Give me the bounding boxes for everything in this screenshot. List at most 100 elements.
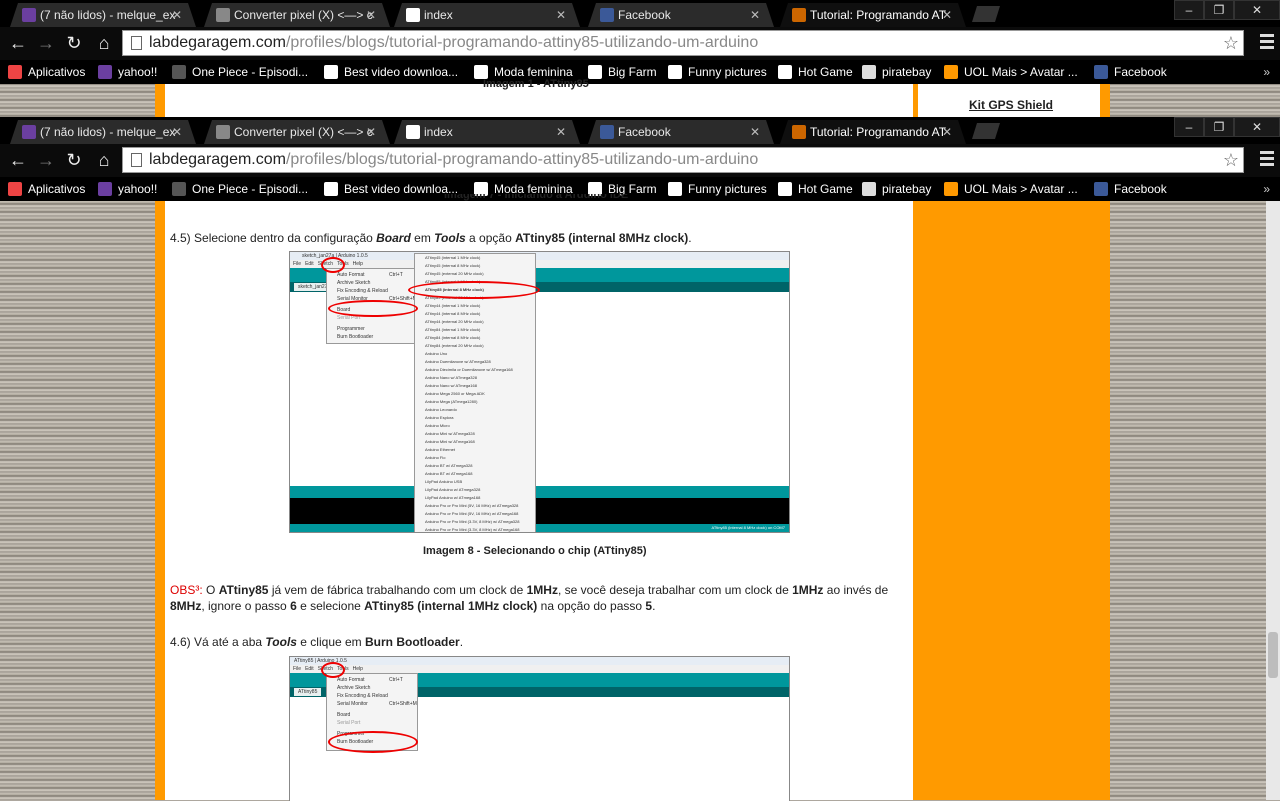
bookmarks-bar: Aplicativos yahoo!! One Piece - Episodi...… xyxy=(0,60,1280,84)
close-window-icon[interactable]: ✕ xyxy=(1234,117,1280,137)
board-option: Arduino Diecimila or Duemilanove w/ ATme… xyxy=(425,367,513,372)
bookmark-label: Funny pictures xyxy=(688,65,767,79)
bookmark-item[interactable]: One Piece - Episodi... xyxy=(172,60,308,84)
new-tab-button[interactable] xyxy=(972,123,1000,139)
scrollbar-thumb[interactable] xyxy=(1268,632,1278,678)
page-icon xyxy=(406,125,420,139)
tab-4[interactable]: Facebook ✕ xyxy=(588,120,774,144)
tab-label: Tutorial: Programando AT xyxy=(810,8,947,22)
reload-icon[interactable]: ↻ xyxy=(62,31,86,55)
tab-5[interactable]: Tutorial: Programando AT ✕ xyxy=(780,3,966,27)
reload-icon[interactable]: ↻ xyxy=(62,148,86,172)
close-window-icon[interactable]: ✕ xyxy=(1234,0,1280,20)
home-icon[interactable]: ⌂ xyxy=(92,31,116,55)
board-option: Arduino Mini w/ ATmega168 xyxy=(425,439,475,444)
bookmark-item[interactable]: yahoo!! xyxy=(98,177,157,201)
shortcut-text: Ctrl+T xyxy=(389,677,403,683)
tab-4[interactable]: Facebook ✕ xyxy=(588,3,774,27)
bookmark-item[interactable]: UOL Mais > Avatar ... xyxy=(944,177,1078,201)
partial-caption: Imagem 7 - Iniciando a Arduino IDE xyxy=(444,194,629,201)
burn-bootloader-keyword: Burn Bootloader xyxy=(365,635,460,649)
bookmark-item[interactable]: Hot Game xyxy=(778,60,853,84)
restore-icon[interactable]: ❐ xyxy=(1204,0,1234,20)
bookmark-item[interactable]: Big Farm xyxy=(588,60,657,84)
back-icon[interactable]: ← xyxy=(6,31,30,55)
tab-strip: (7 não lidos) - melque_ex ✕ Converter pixe… xyxy=(0,0,1280,27)
image-8-caption: Imagem 8 - Selecionando o chip (ATtiny85… xyxy=(423,545,647,557)
close-tab-icon[interactable]: ✕ xyxy=(366,3,376,27)
board-option: Arduino Pro or Pro Mini (3.3V, 8 MHz) w/… xyxy=(425,527,520,532)
tab-3[interactable]: index ✕ xyxy=(394,3,580,27)
tab-1[interactable]: (7 não lidos) - melque_ex ✕ xyxy=(10,120,196,144)
tab-5[interactable]: Tutorial: Programando AT ✕ xyxy=(780,120,966,144)
bookmark-item[interactable]: Facebook xyxy=(1094,177,1167,201)
apps-grid-icon xyxy=(8,182,22,196)
facebook-icon xyxy=(1094,65,1108,79)
close-tab-icon[interactable]: ✕ xyxy=(366,120,376,144)
close-tab-icon[interactable]: ✕ xyxy=(172,3,182,27)
bookmark-item[interactable]: One Piece - Episodi... xyxy=(172,177,308,201)
bookmark-item[interactable]: Facebook xyxy=(1094,60,1167,84)
bookmark-label: yahoo!! xyxy=(118,182,158,196)
ide-statusbar: ATtiny85 (internal 8 MHz clock) on COM7 xyxy=(290,524,789,532)
close-tab-icon[interactable]: ✕ xyxy=(750,3,760,27)
one-piece-icon xyxy=(172,65,186,79)
board-option: LilyPad Arduino w/ ATmega328 xyxy=(425,487,481,492)
close-tab-icon[interactable]: ✕ xyxy=(172,120,182,144)
bookmark-item[interactable]: Funny pictures xyxy=(668,60,767,84)
forward-icon[interactable]: → xyxy=(34,148,58,172)
address-bar[interactable]: labdegaragem.com/profiles/blogs/tutorial… xyxy=(122,30,1244,56)
chrome-menu-icon[interactable] xyxy=(1260,34,1274,52)
ide-menubar: File Edit Sketch Tools Help xyxy=(290,665,789,673)
bookmark-item[interactable]: Best video downloa... xyxy=(324,60,458,84)
tools-menu-item: Archive Sketch xyxy=(337,280,371,286)
forward-icon[interactable]: → xyxy=(34,31,58,55)
tab-2[interactable]: Converter pixel (X) <—> c ✕ xyxy=(204,3,390,27)
ide-console xyxy=(290,498,789,524)
board-option: ATtiny84 (internal 8 MHz clock) xyxy=(425,335,481,340)
tools-menu-item: Auto Format xyxy=(337,677,365,683)
page-icon xyxy=(668,182,682,196)
close-tab-icon[interactable]: ✕ xyxy=(556,3,566,27)
tools-menu-item: Burn Bootloader xyxy=(337,334,374,340)
bookmark-star-icon[interactable]: ☆ xyxy=(1223,31,1239,55)
tab-2[interactable]: Converter pixel (X) <—> c ✕ xyxy=(204,120,390,144)
page-icon xyxy=(778,65,792,79)
bookmark-item[interactable]: piratebay xyxy=(862,177,931,201)
bookmark-item[interactable]: Best video downloa... xyxy=(324,177,458,201)
bookmark-item[interactable]: Hot Game xyxy=(778,177,853,201)
bookmark-item[interactable]: Funny pictures xyxy=(668,177,767,201)
bookmarks-overflow-icon[interactable]: » xyxy=(1263,177,1270,201)
uol-icon xyxy=(944,182,958,196)
bookmark-label: Moda feminina xyxy=(494,65,573,79)
yahoo-mail-icon xyxy=(98,182,112,196)
bookmark-item[interactable]: piratebay xyxy=(862,60,931,84)
tab-3[interactable]: index ✕ xyxy=(394,120,580,144)
kit-gps-shield-link[interactable]: Kit GPS Shield xyxy=(969,98,1053,112)
minimize-icon[interactable]: – xyxy=(1174,117,1204,137)
close-tab-icon[interactable]: ✕ xyxy=(942,3,952,27)
board-keyword: Board xyxy=(376,231,411,245)
back-icon[interactable]: ← xyxy=(6,148,30,172)
restore-icon[interactable]: ❐ xyxy=(1204,117,1234,137)
close-tab-icon[interactable]: ✕ xyxy=(942,120,952,144)
bookmark-item[interactable]: Aplicativos xyxy=(8,177,85,201)
board-option: Arduino Ethernet xyxy=(425,447,456,452)
tab-1[interactable]: (7 não lidos) - melque_ex ✕ xyxy=(10,3,196,27)
board-option: Arduino Nano w/ ATmega328 xyxy=(425,375,477,380)
bookmark-item[interactable]: Aplicativos xyxy=(8,60,85,84)
minimize-icon[interactable]: – xyxy=(1174,0,1204,20)
piratebay-icon xyxy=(862,65,876,79)
close-tab-icon[interactable]: ✕ xyxy=(556,120,566,144)
bookmark-star-icon[interactable]: ☆ xyxy=(1223,148,1239,172)
close-tab-icon[interactable]: ✕ xyxy=(750,120,760,144)
scrollbar-track[interactable] xyxy=(1266,201,1280,800)
home-icon[interactable]: ⌂ xyxy=(92,148,116,172)
bookmarks-overflow-icon[interactable]: » xyxy=(1263,60,1270,84)
address-bar[interactable]: labdegaragem.com/profiles/blogs/tutorial… xyxy=(122,147,1244,173)
new-tab-button[interactable] xyxy=(972,6,1000,22)
bookmark-item[interactable]: yahoo!! xyxy=(98,60,157,84)
chrome-menu-icon[interactable] xyxy=(1260,151,1274,169)
ide-menu-file: File xyxy=(293,261,302,267)
bookmark-item[interactable]: UOL Mais > Avatar ... xyxy=(944,60,1078,84)
